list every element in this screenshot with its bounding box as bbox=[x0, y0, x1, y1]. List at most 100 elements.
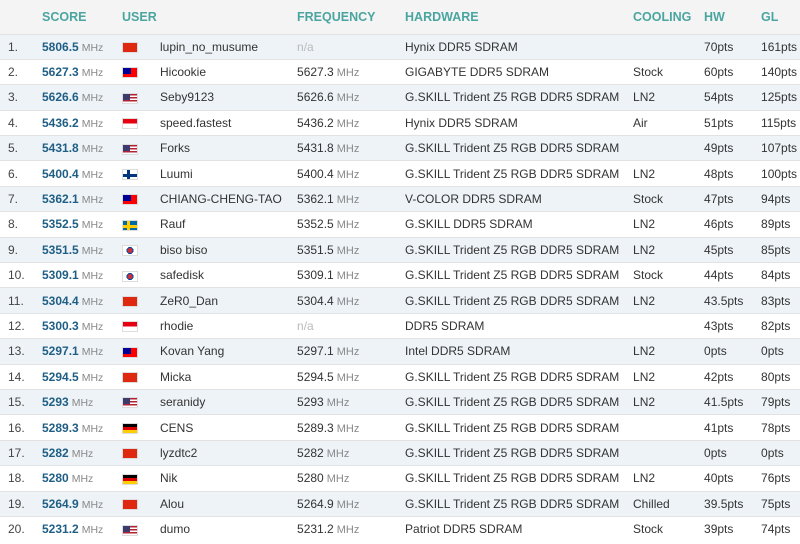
user-link[interactable]: Micka bbox=[160, 364, 297, 389]
hw-points-cell: 41.5pts bbox=[704, 395, 744, 410]
header-hardware[interactable]: HARDWARE bbox=[405, 0, 633, 34]
gl-points-cell: 84pts bbox=[761, 268, 791, 283]
table-row[interactable]: 8. 5352.5 MHz Rauf 5352.5 MHz G.SKILL DDR5 SDR… bbox=[0, 211, 800, 238]
frequency-value: n/a bbox=[297, 318, 314, 333]
gl-points-cell: 76pts bbox=[761, 471, 791, 486]
hardware-cell[interactable]: DDR5 SDRAM bbox=[405, 313, 633, 338]
table-row[interactable]: 16. 5289.3 MHz CENS 5289.3 MHz G.SKILL Trident… bbox=[0, 414, 800, 441]
table-row[interactable]: 5. 5431.8 MHz Forks 5431.8 MHz G.SKILL Trident… bbox=[0, 135, 800, 161]
table-row[interactable]: 12. 5300.3 MHz rhodie n/a DDR5 SDRAM 43pts 82pt… bbox=[0, 313, 800, 339]
hardware-cell[interactable]: G.SKILL Trident Z5 RGB DDR5 SDRAM bbox=[405, 440, 633, 465]
table-row[interactable]: 6. 5400.4 MHz Luumi 5400.4 MHz G.SKILL Trident… bbox=[0, 160, 800, 187]
user-link[interactable]: ZeR0_Dan bbox=[160, 288, 297, 313]
rank-cell: 18. bbox=[8, 471, 25, 486]
score-unit: MHz bbox=[81, 270, 104, 283]
user-link[interactable]: Luumi bbox=[160, 161, 297, 186]
score-value: 5352.5 bbox=[42, 217, 79, 232]
hardware-cell[interactable]: V-COLOR DDR5 SDRAM bbox=[405, 186, 633, 211]
user-link[interactable]: Kovan Yang bbox=[160, 339, 297, 364]
hardware-cell[interactable]: G.SKILL Trident Z5 RGB DDR5 SDRAM bbox=[405, 237, 633, 262]
frequency-value: n/a bbox=[297, 39, 314, 54]
table-row[interactable]: 15. 5293 MHz seranidy 5293 MHz G.SKILL Trident… bbox=[0, 389, 800, 415]
user-link[interactable]: Nik bbox=[160, 466, 297, 491]
flag-cell bbox=[122, 212, 160, 237]
flag-cell bbox=[122, 415, 160, 440]
header-frequency[interactable]: FREQUENCY bbox=[297, 0, 405, 34]
user-link[interactable]: safedisk bbox=[160, 263, 297, 288]
rank-cell: 5. bbox=[8, 141, 19, 156]
frequency-unit: MHz bbox=[336, 143, 360, 156]
frequency-unit: MHz bbox=[336, 498, 360, 511]
table-row[interactable]: 10. 5309.1 MHz safedisk 5309.1 MHz G.SKILL Tri… bbox=[0, 262, 800, 288]
table-row[interactable]: 11. 5304.4 MHz ZeR0_Dan 5304.4 MHz G.SKILL Tri… bbox=[0, 287, 800, 314]
frequency-value: 5352.5 bbox=[297, 217, 334, 232]
header-hw-points[interactable]: HW bbox=[704, 0, 761, 34]
user-link[interactable]: Forks bbox=[160, 136, 297, 161]
flag-se-icon bbox=[122, 219, 138, 231]
table-row[interactable]: 9. 5351.5 MHz biso biso 5351.5 MHz G.SKILL Tri… bbox=[0, 237, 800, 263]
user-link[interactable]: speed.fastest bbox=[160, 110, 297, 135]
frequency-value: 5264.9 bbox=[297, 496, 334, 511]
user-link[interactable]: lupin_no_musume bbox=[160, 34, 297, 59]
header-cooling[interactable]: COOLING bbox=[633, 0, 704, 34]
hardware-cell[interactable]: G.SKILL Trident Z5 RGB DDR5 SDRAM bbox=[405, 161, 633, 186]
flag-cell bbox=[122, 491, 160, 516]
table-row[interactable]: 19. 5264.9 MHz Alou 5264.9 MHz G.SKILL Trident… bbox=[0, 491, 800, 517]
flag-us-icon bbox=[122, 143, 138, 155]
table-row[interactable]: 13. 5297.1 MHz Kovan Yang 5297.1 MHz Intel DDR… bbox=[0, 338, 800, 365]
user-link[interactable]: biso biso bbox=[160, 237, 297, 262]
table-row[interactable]: 7. 5362.1 MHz CHIANG-CHENG-TAO 5362.1 MHz V-CO… bbox=[0, 186, 800, 212]
header-user[interactable]: USER bbox=[122, 0, 297, 34]
hardware-cell[interactable]: G.SKILL Trident Z5 RGB DDR5 SDRAM bbox=[405, 288, 633, 313]
user-link[interactable]: CENS bbox=[160, 415, 297, 440]
hardware-cell[interactable]: Hynix DDR5 SDRAM bbox=[405, 34, 633, 59]
table-row[interactable]: 2. 5627.3 MHz Hicookie 5627.3 MHz GIGABYTE DDR… bbox=[0, 59, 800, 85]
user-link[interactable]: rhodie bbox=[160, 313, 297, 338]
header-score[interactable]: SCORE bbox=[42, 0, 122, 34]
hardware-cell[interactable]: G.SKILL Trident Z5 RGB DDR5 SDRAM bbox=[405, 85, 633, 110]
score-value: 5362.1 bbox=[42, 192, 79, 207]
hardware-cell[interactable]: G.SKILL Trident Z5 RGB DDR5 SDRAM bbox=[405, 466, 633, 491]
cooling-cell bbox=[633, 440, 704, 465]
frequency-cell: 5297.1 MHz bbox=[297, 339, 405, 364]
hardware-cell[interactable]: G.SKILL Trident Z5 RGB DDR5 SDRAM bbox=[405, 364, 633, 389]
table-row[interactable]: 3. 5626.6 MHz Seby9123 5626.6 MHz G.SKILL Trid… bbox=[0, 84, 800, 111]
hardware-cell[interactable]: Intel DDR5 SDRAM bbox=[405, 339, 633, 364]
hardware-cell[interactable]: G.SKILL Trident Z5 RGB DDR5 SDRAM bbox=[405, 415, 633, 440]
user-link[interactable]: dumo bbox=[160, 516, 297, 541]
user-link[interactable]: lyzdtc2 bbox=[160, 440, 297, 465]
frequency-unit: MHz bbox=[336, 270, 360, 283]
score-unit: MHz bbox=[71, 397, 94, 410]
frequency-unit: MHz bbox=[326, 447, 350, 460]
flag-cell bbox=[122, 389, 160, 414]
hardware-cell[interactable]: G.SKILL DDR5 SDRAM bbox=[405, 212, 633, 237]
user-link[interactable]: Alou bbox=[160, 491, 297, 516]
frequency-cell: n/a bbox=[297, 313, 405, 338]
table-row[interactable]: 4. 5436.2 MHz speed.fastest 5436.2 MHz Hynix D… bbox=[0, 110, 800, 136]
user-link[interactable]: Rauf bbox=[160, 212, 297, 237]
score-cell: 5297.1 MHz bbox=[42, 339, 122, 364]
hardware-cell[interactable]: G.SKILL Trident Z5 RGB DDR5 SDRAM bbox=[405, 263, 633, 288]
hardware-cell[interactable]: G.SKILL Trident Z5 RGB DDR5 SDRAM bbox=[405, 136, 633, 161]
frequency-unit: MHz bbox=[336, 295, 360, 308]
user-link[interactable]: Hicookie bbox=[160, 59, 297, 84]
table-row[interactable]: 1. 5806.5 MHz lupin_no_musume n/a Hynix DDR5 … bbox=[0, 34, 800, 60]
hardware-cell[interactable]: Hynix DDR5 SDRAM bbox=[405, 110, 633, 135]
table-row[interactable]: 18. 5280 MHz Nik 5280 MHz G.SKILL Trident Z5 R… bbox=[0, 465, 800, 492]
flag-id-icon bbox=[122, 118, 138, 130]
hardware-cell[interactable]: Patriot DDR5 SDRAM bbox=[405, 516, 633, 541]
score-unit: MHz bbox=[81, 117, 104, 130]
table-row[interactable]: 17. 5282 MHz lyzdtc2 5282 MHz G.SKILL Trident … bbox=[0, 440, 800, 466]
table-row[interactable]: 20. 5231.2 MHz dumo 5231.2 MHz Patriot DDR5 SD… bbox=[0, 516, 800, 542]
rank-cell: 15. bbox=[8, 395, 25, 410]
user-link[interactable]: CHIANG-CHENG-TAO bbox=[160, 186, 297, 211]
user-link[interactable]: Seby9123 bbox=[160, 85, 297, 110]
hardware-cell[interactable]: GIGABYTE DDR5 SDRAM bbox=[405, 59, 633, 84]
hardware-cell[interactable]: G.SKILL Trident Z5 RGB DDR5 SDRAM bbox=[405, 491, 633, 516]
table-row[interactable]: 14. 5294.5 MHz Micka 5294.5 MHz G.SKILL Triden… bbox=[0, 364, 800, 390]
gl-points-cell: 107pts bbox=[761, 141, 798, 156]
user-link[interactable]: seranidy bbox=[160, 389, 297, 414]
frequency-value: 5294.5 bbox=[297, 369, 334, 384]
hardware-cell[interactable]: G.SKILL Trident Z5 RGB DDR5 SDRAM bbox=[405, 389, 633, 414]
header-gl-points[interactable]: GL bbox=[761, 0, 800, 34]
